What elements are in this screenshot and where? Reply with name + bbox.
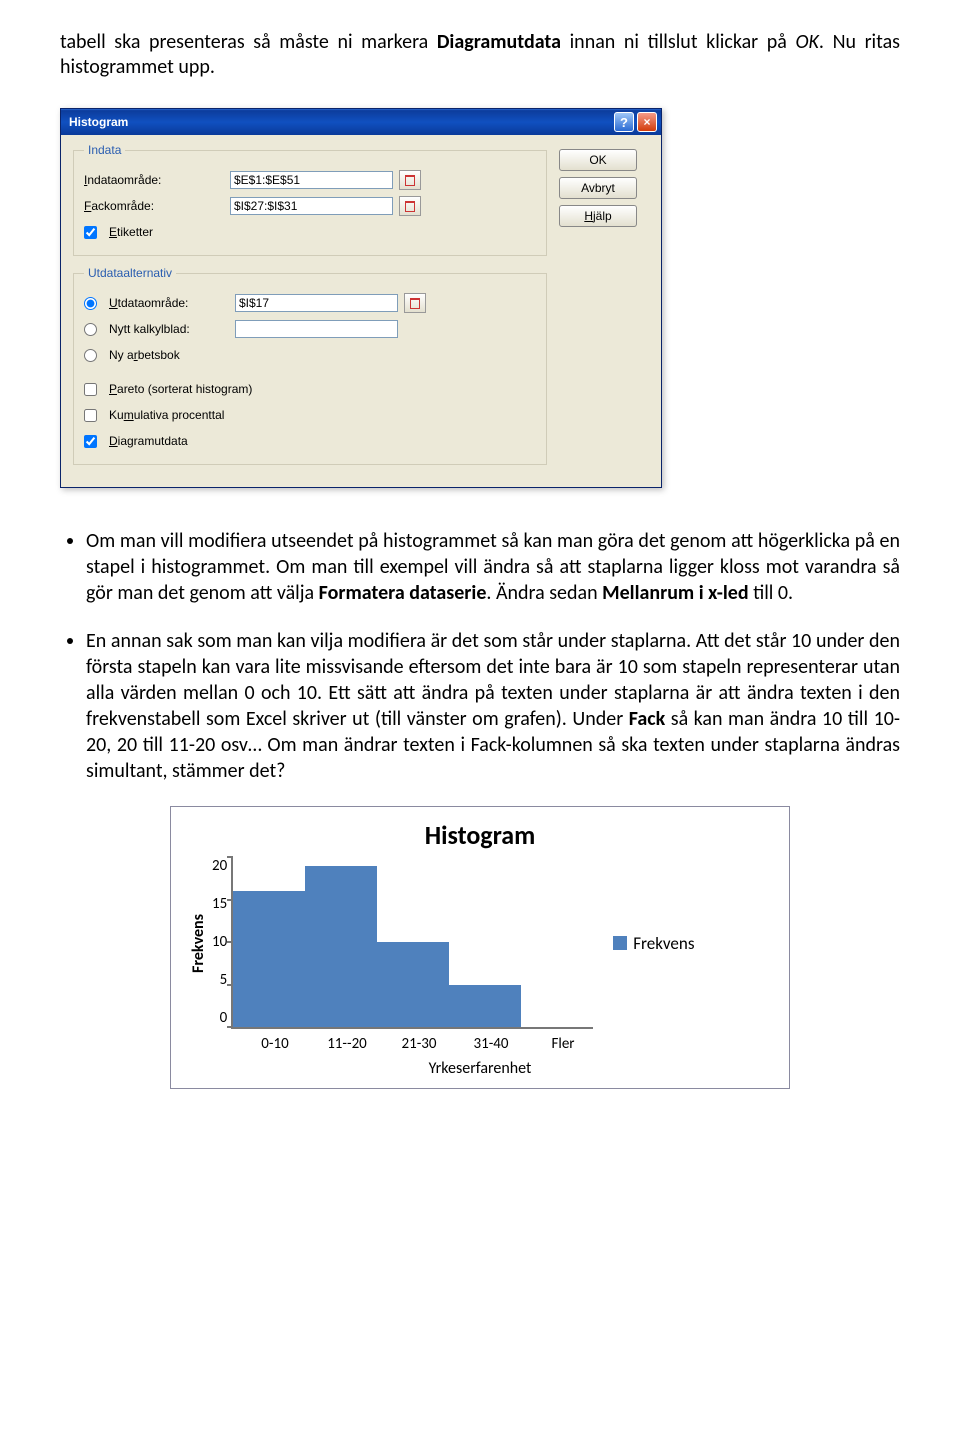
ytick-label: 15 [212, 895, 227, 913]
nyarbetsbok-radio[interactable] [84, 349, 97, 362]
ytick-label: 0 [220, 1009, 228, 1027]
xtick-label: Fler [527, 1035, 599, 1053]
chart-bar [305, 866, 377, 1028]
xtick-label: 21-30 [383, 1035, 455, 1053]
xtick-label: 0-10 [239, 1035, 311, 1053]
chart-bar [449, 985, 521, 1028]
cancel-button[interactable]: Avbryt [559, 177, 637, 199]
chart-legend: Frekvens [613, 933, 694, 954]
ok-button[interactable]: OK [559, 149, 637, 171]
histogram-dialog: Histogram ? × Indata Indataområde: Facko… [60, 108, 662, 488]
indata-refselect-button[interactable] [399, 170, 421, 190]
nyttkalkylblad-label: Nytt kalkylblad: [109, 322, 229, 336]
chart-xlabel: Yrkeserfarenhet [185, 1059, 775, 1078]
ytick-label: 20 [212, 857, 227, 875]
intro-paragraph: tabell ska presenteras så måste ni marke… [60, 30, 900, 80]
ytick-label: 10 [212, 933, 227, 951]
chart-bar [377, 942, 449, 1027]
bullet-1: Om man vill modifiera utseendet på histo… [86, 528, 900, 606]
chart-xlabels: 0-1011--2021-3031-40Fler [239, 1035, 599, 1053]
chart-ylabel: Frekvens [185, 857, 212, 1029]
kumulativa-checkbox[interactable] [84, 409, 97, 422]
indata-input[interactable] [230, 171, 393, 189]
pareto-checkbox[interactable] [84, 383, 97, 396]
diagramutdata-label: Diagramutdata [109, 434, 188, 448]
indata-group: Indata Indataområde: Fackområde: Etikett… [73, 143, 547, 256]
kumulativa-label: Kumulativa procenttal [109, 408, 224, 422]
utdataomrade-radio[interactable] [84, 297, 97, 310]
ytick-label: 5 [220, 971, 228, 989]
utdata-group: Utdataalternativ Utdataområde: Nytt kalk… [73, 266, 547, 465]
chart-title: Histogram [185, 819, 775, 851]
histogram-chart: Histogram Frekvens 20 15 10 5 0 Frekvens 0-1… [170, 806, 790, 1089]
xtick-label: 31-40 [455, 1035, 527, 1053]
etiketter-label: Etiketter [109, 225, 153, 239]
chart-bar [233, 891, 305, 1027]
help-button[interactable]: Hjälp [559, 205, 637, 227]
intro-text: tabell ska presenteras så måste ni marke… [60, 30, 437, 54]
titlebar-close-button[interactable]: × [637, 112, 657, 132]
utdata-input[interactable] [235, 294, 398, 312]
etiketter-checkbox[interactable] [84, 226, 97, 239]
intro-text2: innan ni tillslut klickar på [561, 30, 795, 54]
legend-label: Frekvens [633, 933, 694, 954]
fack-input[interactable] [230, 197, 393, 215]
dialog-title: Histogram [69, 115, 128, 129]
chart-plot-area [231, 857, 593, 1029]
dialog-titlebar[interactable]: Histogram ? × [61, 109, 661, 135]
nyttkalkylblad-radio[interactable] [84, 323, 97, 336]
legend-swatch-icon [613, 936, 627, 950]
xtick-label: 11--20 [311, 1035, 383, 1053]
intro-bold: Diagramutdata [437, 30, 561, 54]
bullet-2: En annan sak som man kan vilja modifiera… [86, 628, 900, 784]
diagramutdata-checkbox[interactable] [84, 435, 97, 448]
pareto-label: Pareto (sorterat histogram) [109, 382, 252, 396]
intro-italic: OK [795, 30, 818, 54]
nyarbetsbok-label: Ny arbetsbok [109, 348, 180, 362]
fack-refselect-button[interactable] [399, 196, 421, 216]
fack-label: Fackområde: [84, 199, 224, 213]
nyttkalkylblad-input[interactable] [235, 320, 398, 338]
titlebar-help-button[interactable]: ? [614, 112, 634, 132]
utdata-legend: Utdataalternativ [84, 266, 176, 280]
utdataomrade-label: Utdataområde: [109, 296, 229, 310]
utdata-refselect-button[interactable] [404, 293, 426, 313]
indata-legend: Indata [84, 143, 125, 157]
indata-label: Indataområde: [84, 173, 224, 187]
